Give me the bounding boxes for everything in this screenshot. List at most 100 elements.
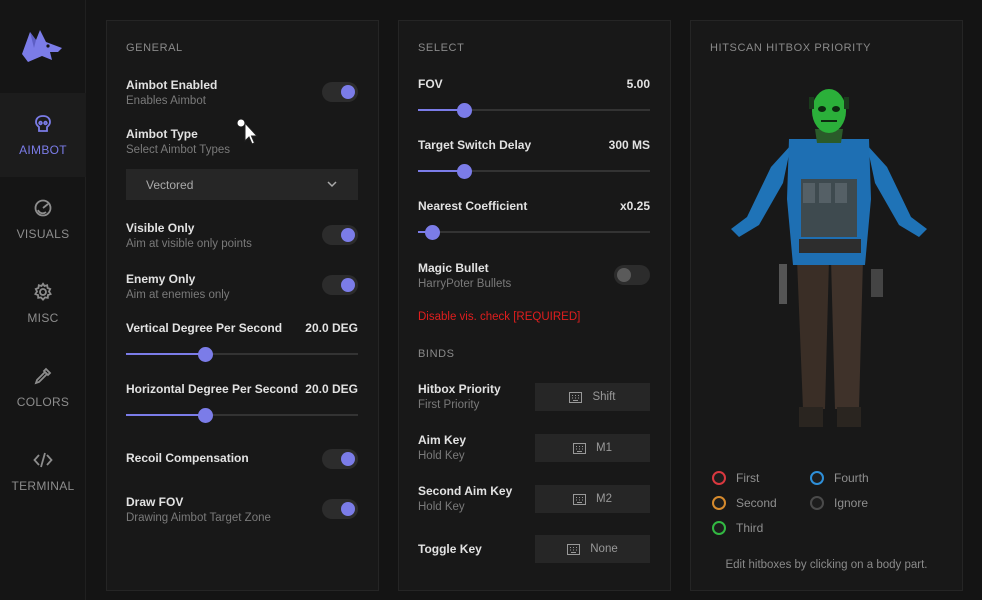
slider-thumb[interactable] [457,164,473,179]
sidebar-item-misc[interactable]: MISC [0,261,86,345]
general-panel: GENERAL Aimbot Enabled Enables Aimbot Ai… [106,20,379,591]
code-icon [33,452,53,467]
fov-label: FOV [418,77,443,91]
key-label: None [590,543,618,555]
hitbox-priority-key-button[interactable]: Shift [535,383,650,411]
nearest-slider[interactable] [418,224,650,240]
priority-dot [712,521,726,535]
warning-text: Disable vis. check [REQUIRED] [418,311,581,323]
recoil-row: Recoil Compensation [126,449,358,473]
draw-fov-row: Draw FOV Drawing Aimbot Target Zone [126,495,358,524]
visible-only-toggle[interactable] [322,225,358,245]
second-aim-key-button[interactable]: M2 [535,485,650,513]
hitbox-hint: Edit hitboxes by clicking on a body part… [725,559,928,571]
legend-label: Fourth [834,471,869,485]
keyboard-icon [573,493,586,505]
horizontal-degree-row: Horizontal Degree Per Second 20.0 DEG [126,382,358,427]
switch-delay-row: Target Switch Delay 300 MS [418,138,650,179]
priority-dot [712,471,726,485]
sidebar-item-aimbot[interactable]: AIMBOT [0,93,86,177]
legend-label: Second [736,496,777,510]
right-leg-hitbox[interactable] [831,259,863,409]
switch-delay-slider[interactable] [418,163,650,179]
sidebar-item-label: COLORS [16,394,70,409]
sidebar-item-visuals[interactable]: VISUALS [0,177,86,261]
legend-second[interactable]: Second [712,496,777,510]
panel-title: HITSCAN HITBOX PRIORITY [710,42,872,54]
sidebar: AIMBOT VISUALS MISC COLORS TERMINAL [0,0,86,600]
sidebar-item-label: AIMBOT [19,142,67,157]
legend-third[interactable]: Third [712,521,763,535]
binds-title: BINDS [418,348,455,360]
aimbot-enabled-row: Aimbot Enabled Enables Aimbot [126,78,358,107]
horizontal-degree-slider[interactable] [126,407,358,423]
slider-thumb[interactable] [424,225,440,240]
slider-thumb[interactable] [197,408,213,423]
left-leg-hitbox[interactable] [797,259,829,409]
right-arm-hitbox[interactable] [867,145,927,237]
vertical-degree-slider[interactable] [126,346,358,362]
legend-fourth[interactable]: Fourth [810,471,869,485]
aimbot-type-row-dropdown: Vectored [126,169,358,200]
dropper-icon [34,367,52,384]
panel-title: SELECT [418,42,465,54]
enemy-only-toggle[interactable] [322,275,358,295]
aim-key-button[interactable]: M1 [535,434,650,462]
nearest-row: Nearest Coefficient x0.25 [418,199,650,240]
key-label: M2 [596,493,612,505]
wolf-logo-icon [22,30,62,62]
aimbot-enabled-toggle[interactable] [322,82,358,102]
magic-bullet-toggle[interactable] [614,265,650,285]
legend-label: Ignore [834,496,869,510]
sidebar-item-terminal[interactable]: TERMINAL [0,429,86,513]
fov-slider[interactable] [418,102,650,118]
bind-row: Second Aim Key Hold Key M2 [418,484,650,513]
keyboard-icon [567,543,581,555]
bind-row: Toggle Key None [418,535,650,563]
aimbot-type-dropdown[interactable]: Vectored [126,169,358,200]
horizontal-degree-value: 20.0 DEG [305,382,358,396]
mouse-cursor-icon [237,119,259,145]
sidebar-item-label: MISC [27,310,59,325]
hitscan-panel: HITSCAN HITBOX PRIORITY First Fourth Sec… [690,20,963,591]
priority-dot [712,496,726,510]
slider-thumb[interactable] [457,103,473,118]
switch-delay-value: 300 MS [608,138,650,152]
dropdown-value: Vectored [146,177,194,192]
keyboard-icon [573,442,586,454]
legend-label: Third [736,521,764,535]
key-label: Shift [592,391,616,403]
toggle-key-button[interactable]: None [535,535,650,563]
visible-only-row: Visible Only Aim at visible only points [126,221,358,250]
left-arm-hitbox[interactable] [731,145,791,237]
legend-first[interactable]: First [712,471,759,485]
character-model [731,89,927,427]
keyboard-icon [569,391,583,403]
recoil-toggle[interactable] [322,449,358,469]
nearest-value: x0.25 [619,199,650,213]
sidebar-item-colors[interactable]: COLORS [0,345,86,429]
bind-row: Aim Key Hold Key M1 [418,433,650,462]
gear-icon [34,281,52,301]
key-label: M1 [596,442,612,454]
magic-bullet-row: Magic Bullet HarryPoter Bullets [418,261,650,290]
priority-dot [810,496,824,510]
enemy-only-row: Enemy Only Aim at enemies only [126,272,358,301]
skull-icon [35,114,51,132]
vertical-degree-value: 20.0 DEG [305,321,358,335]
chevron-down-icon [327,181,337,188]
sidebar-item-label: TERMINAL [11,478,75,493]
eye-icon [34,199,52,216]
vertical-degree-row: Vertical Degree Per Second 20.0 DEG [126,321,358,366]
nearest-label: Nearest Coefficient [418,199,528,213]
select-panel: SELECT FOV 5.00 Target Switch Delay 300 … [398,20,671,591]
draw-fov-toggle[interactable] [322,499,358,519]
fov-row: FOV 5.00 [418,77,650,118]
legend-ignore[interactable]: Ignore [810,496,868,510]
bind-row: Hitbox Priority First Priority Shift [418,382,650,411]
legend-label: First [736,471,760,485]
panel-title: GENERAL [126,42,183,54]
sidebar-item-label: VISUALS [16,226,70,241]
head-hitbox[interactable] [812,89,846,133]
slider-thumb[interactable] [197,347,213,362]
